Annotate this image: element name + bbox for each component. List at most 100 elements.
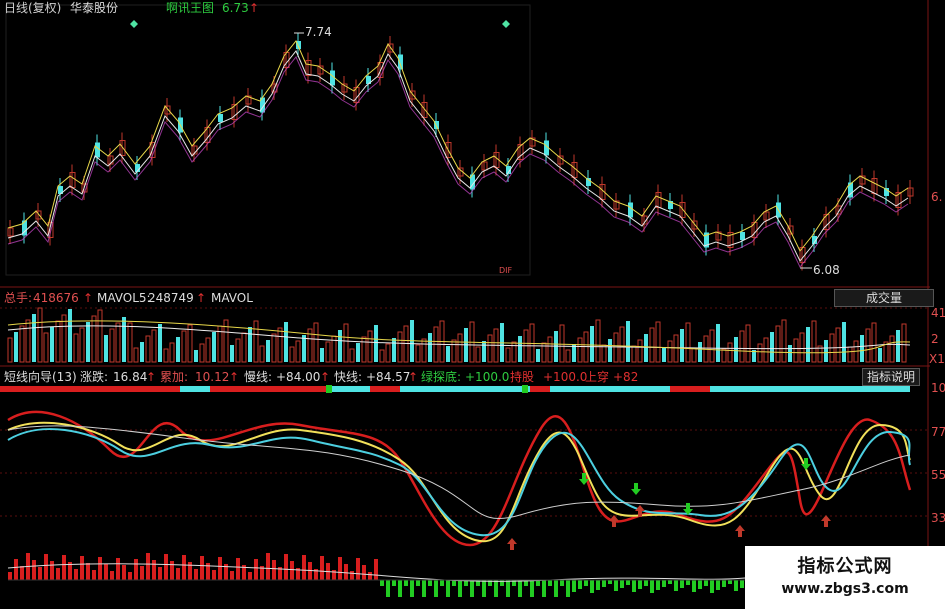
volume-bar [451, 339, 457, 363]
volume-bar [320, 348, 324, 362]
volume-bar [115, 322, 121, 363]
histogram-bar [368, 572, 372, 580]
histogram-bar [602, 580, 606, 587]
mavol-label: MAVOL [211, 291, 253, 305]
histogram-bar [560, 580, 564, 586]
volume-bar [847, 346, 853, 363]
mavol5-value: 248749 [148, 291, 194, 305]
ma-line-yellow [7, 40, 909, 252]
volume-bar [577, 337, 583, 363]
high-price-label: 7.74 [305, 25, 332, 39]
candle-body [628, 202, 633, 218]
volume-bar [37, 307, 43, 363]
volume-bar [565, 349, 571, 363]
watermark-title: 指标公式网 [797, 556, 893, 577]
volume-bar [91, 315, 97, 363]
volume-bar [127, 322, 133, 363]
histogram-bar [362, 565, 366, 580]
volume-bar [721, 348, 727, 363]
histogram-bar [392, 580, 396, 586]
volume-bar [284, 322, 288, 362]
histogram-bar [14, 559, 18, 580]
volume-bar [505, 347, 511, 363]
histogram-bar [74, 569, 78, 580]
volume-bar [475, 346, 481, 363]
histogram-bar [716, 580, 720, 590]
histogram-bar [458, 580, 462, 597]
histogram-bar [134, 559, 138, 580]
volume-bar [86, 322, 90, 362]
histogram-bar [644, 580, 648, 586]
price-frame [5, 4, 531, 276]
volume-bar [392, 338, 396, 362]
volume-bar [835, 327, 841, 363]
volume-bar [680, 329, 684, 362]
volume-bar [421, 338, 427, 363]
volume-bar [547, 336, 553, 363]
histogram-bar [236, 558, 240, 580]
zd-value: 16.84 [113, 370, 148, 384]
volume-bar [896, 330, 900, 362]
volume-up-arrow-1: ↑ [83, 291, 94, 305]
fast-up-arrow: ↑ [408, 370, 419, 384]
histogram-bar [710, 580, 714, 593]
volume-bar [415, 344, 421, 363]
histogram-bar [434, 580, 438, 597]
green-bottom-label: 绿探底: [421, 370, 462, 384]
candle-body [398, 54, 403, 70]
histogram-bar [620, 580, 624, 588]
histogram-bar [722, 580, 726, 587]
lj-value: 10.12 [195, 370, 230, 384]
hold-label: 持股 [510, 370, 535, 384]
volume-bar [631, 345, 637, 363]
histogram-bar [98, 557, 102, 580]
volume-bar [745, 324, 751, 363]
volume-bar [79, 327, 85, 363]
buy-signal-arrow [609, 515, 619, 527]
histogram-bar [164, 554, 168, 580]
volume-bar [104, 335, 108, 362]
volume-total-value: 418676 [33, 291, 79, 305]
volume-bar [212, 332, 216, 362]
zd-up-arrow: ↑ [146, 370, 157, 384]
histogram-bar [740, 580, 744, 588]
histogram-bar [80, 556, 84, 580]
volume-bar [446, 346, 450, 362]
histogram-bar [614, 580, 618, 591]
histogram-bar [158, 567, 162, 580]
volume-bar [187, 324, 193, 363]
volume-bar [511, 341, 517, 363]
volume-bar [145, 335, 151, 363]
volume-bar [757, 343, 763, 363]
volume-bar [199, 343, 205, 363]
status-strip-segment [710, 386, 910, 392]
volume-bar [739, 330, 745, 363]
zd-label: 涨跌: [80, 370, 109, 384]
volume-select-button[interactable]: 成交量 [834, 289, 934, 307]
chart-period-title[interactable]: 日线(复权) [4, 1, 61, 15]
indicator-line-red [7, 410, 912, 547]
histogram-bar [272, 560, 276, 580]
price-axis-tick: 6. [931, 190, 943, 204]
volume-bar [379, 349, 385, 363]
volume-bar [349, 348, 355, 363]
volume-bar [734, 337, 738, 362]
volume-bar [140, 342, 144, 362]
histogram-bar [170, 561, 174, 580]
volume-bar [662, 347, 666, 362]
histogram-bar [554, 580, 558, 597]
histogram-bar [572, 580, 576, 592]
histogram-bar [674, 580, 678, 591]
indicator-help-button[interactable]: 指标说明 [862, 368, 921, 386]
histogram-bar [494, 580, 498, 597]
volume-bar [205, 337, 211, 363]
volume-bar [482, 341, 486, 362]
volume-axis-tick-3: X1 [929, 352, 945, 366]
histogram-bar [356, 558, 360, 580]
histogram-bar [8, 572, 12, 580]
indicator-line-cyan [7, 428, 911, 537]
cross-label: 上穿 [585, 370, 610, 384]
histogram-bar [470, 580, 474, 597]
volume-bar [277, 327, 283, 363]
volume-bar [487, 334, 493, 363]
